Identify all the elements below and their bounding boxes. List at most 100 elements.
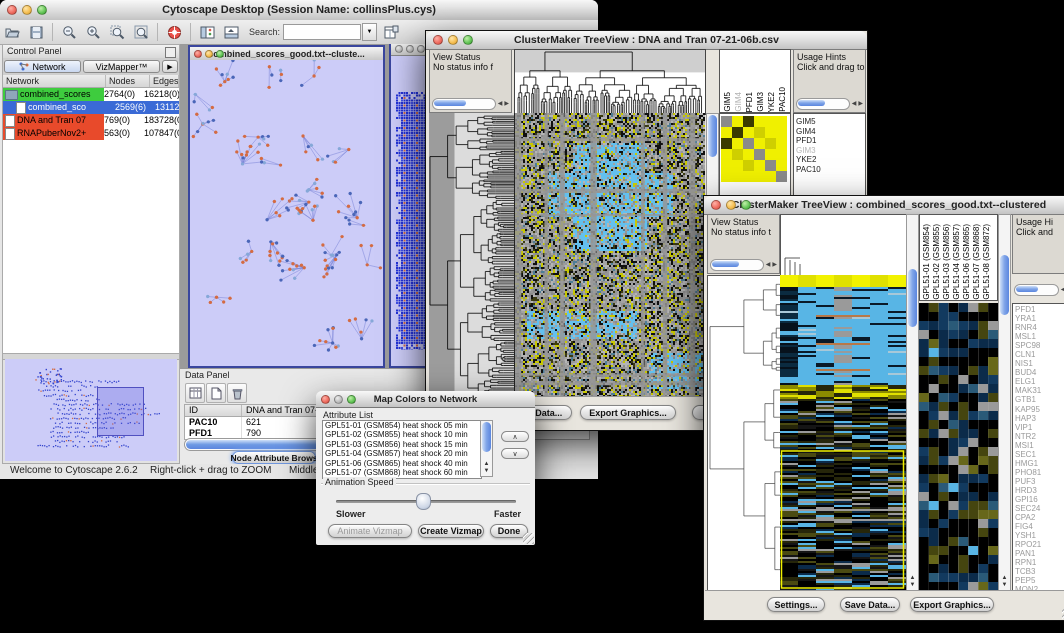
- treeview1-titlebar[interactable]: ClusterMaker TreeView : DNA and Tran 07-…: [426, 31, 867, 50]
- scroll-up-icon[interactable]: ▲: [999, 575, 1010, 582]
- column-dendrogram[interactable]: [514, 49, 706, 115]
- attribute-select-icon[interactable]: [185, 383, 205, 403]
- gene-label[interactable]: PAC10: [794, 165, 865, 175]
- column-label[interactable]: GPL51-04 (GSM857): [952, 224, 962, 300]
- gene-label[interactable]: NIS1: [1013, 359, 1064, 368]
- zoom-button[interactable]: [463, 35, 473, 45]
- delete-attribute-icon[interactable]: [227, 383, 247, 403]
- create-vizmap-button[interactable]: Create Vizmap: [418, 524, 484, 538]
- new-attribute-icon[interactable]: [206, 383, 226, 403]
- row-dendrogram[interactable]: [707, 275, 782, 593]
- search-input[interactable]: [283, 24, 361, 40]
- zoom-button[interactable]: [216, 50, 224, 58]
- close-button[interactable]: [395, 45, 403, 53]
- move-up-button[interactable]: ∧: [501, 431, 529, 442]
- scroll-down-icon[interactable]: ▼: [999, 582, 1010, 589]
- gene-label[interactable]: PAN1: [1013, 549, 1064, 558]
- close-button[interactable]: [433, 35, 443, 45]
- gene-label[interactable]: YRA1: [1013, 314, 1064, 323]
- column-label[interactable]: GIM5: [723, 92, 734, 112]
- network-view-canvas[interactable]: [190, 60, 383, 366]
- column-label[interactable]: PFD1: [745, 92, 756, 112]
- gene-label[interactable]: PHO81: [1013, 468, 1064, 477]
- column-label[interactable]: GPL51-08 (GSM872): [982, 224, 992, 300]
- gene-label[interactable]: HMG1: [1013, 459, 1064, 468]
- gene-label[interactable]: TCB3: [1013, 567, 1064, 576]
- hscrollbar[interactable]: ◀ ▶: [1014, 284, 1064, 296]
- scrollbar-thumb[interactable]: [1016, 286, 1038, 292]
- scroll-left-icon[interactable]: ◀: [498, 101, 503, 107]
- scrollbar-thumb[interactable]: [482, 422, 491, 452]
- hscrollbar[interactable]: ◀ ▶: [710, 259, 777, 271]
- gene-label[interactable]: GTB1: [1013, 395, 1064, 404]
- attribute-list-scrollbar[interactable]: ▲ ▼: [480, 420, 493, 477]
- zoom-button[interactable]: [37, 5, 47, 15]
- scroll-right-icon[interactable]: ▶: [858, 101, 863, 107]
- open-icon[interactable]: [2, 23, 22, 41]
- scroll-down-icon[interactable]: ▼: [481, 468, 492, 475]
- gene-label[interactable]: PFD1: [794, 136, 865, 146]
- scrollbar-track[interactable]: [1014, 284, 1059, 296]
- minimize-button[interactable]: [334, 395, 343, 404]
- tv1-zoom-heatmap[interactable]: [721, 116, 789, 182]
- scrollbar-track[interactable]: [796, 98, 850, 110]
- scrollbar-thumb[interactable]: [908, 269, 917, 327]
- network-row[interactable]: DNA and Tran 07 769(0) 183728(0): [3, 114, 179, 127]
- gene-label[interactable]: RPN1: [1013, 558, 1064, 567]
- zoom-out-icon[interactable]: [59, 23, 79, 41]
- gene-label[interactable]: PEP5: [1013, 576, 1064, 585]
- gene-label[interactable]: MSI1: [1013, 441, 1064, 450]
- tv1-action-button[interactable]: Export Graphics...: [580, 405, 676, 420]
- scrollbar-track[interactable]: [710, 259, 764, 271]
- tv2-zoom-vscrollbar[interactable]: ▲ ▼: [998, 214, 1011, 591]
- scrollbar-thumb[interactable]: [1000, 255, 1009, 315]
- scroll-left-icon[interactable]: ◀: [766, 262, 771, 268]
- scrollbar-track[interactable]: [432, 98, 496, 110]
- slider-thumb[interactable]: [416, 493, 431, 510]
- network-row[interactable]: RNAPuberNov2+ 563(0) 107847(0): [3, 127, 179, 140]
- column-label[interactable]: GPL51-01 (GSM854): [922, 224, 932, 300]
- col-edges[interactable]: Edges: [150, 75, 179, 87]
- gene-label[interactable]: GIM5: [794, 117, 865, 127]
- zoom-button[interactable]: [347, 395, 356, 404]
- scrollbar-thumb[interactable]: [708, 115, 717, 157]
- gene-label[interactable]: ELG1: [1013, 377, 1064, 386]
- gene-label[interactable]: SPC98: [1013, 341, 1064, 350]
- gene-label[interactable]: CPA2: [1013, 513, 1064, 522]
- zoom-selected-icon[interactable]: [107, 23, 127, 41]
- attribute-list-item[interactable]: GPL51-01 (GSM854) heat shock 05 min: [323, 421, 481, 430]
- gene-label[interactable]: PFD1: [1013, 305, 1064, 314]
- gene-label[interactable]: SEC1: [1013, 450, 1064, 459]
- gene-label[interactable]: KAP95: [1013, 405, 1064, 414]
- tv1-heatmap[interactable]: [514, 113, 705, 397]
- zoom-button[interactable]: [417, 45, 425, 53]
- tv2-main-vscrollbar[interactable]: ▲ ▼: [906, 214, 919, 591]
- gene-label[interactable]: HRD3: [1013, 486, 1064, 495]
- col-network[interactable]: Network: [3, 75, 106, 87]
- scrollbar-thumb[interactable]: [186, 440, 320, 449]
- tv2-heatmap[interactable]: [780, 275, 906, 591]
- col-nodes[interactable]: Nodes: [106, 75, 150, 87]
- column-label[interactable]: GIM4: [734, 92, 745, 112]
- scroll-left-icon[interactable]: ◀: [852, 101, 857, 107]
- dialog-titlebar[interactable]: Map Colors to Network: [316, 391, 535, 408]
- attribute-list-item[interactable]: GPL51-03 (GSM856) heat shock 15 min: [323, 440, 481, 449]
- cytopanel-west-icon[interactable]: [197, 23, 217, 41]
- network-row[interactable]: combined_sco 2569(6) 13112(15): [3, 101, 179, 114]
- search-dropdown-button[interactable]: ▼: [362, 23, 377, 41]
- gene-label[interactable]: RNR4: [1013, 323, 1064, 332]
- close-button[interactable]: [7, 5, 17, 15]
- minimize-button[interactable]: [205, 50, 213, 58]
- row-dendrogram[interactable]: [429, 113, 514, 397]
- gene-label[interactable]: BUD4: [1013, 368, 1064, 377]
- col-id[interactable]: ID: [185, 405, 242, 416]
- gene-label[interactable]: MSL1: [1013, 332, 1064, 341]
- column-label[interactable]: GPL51-02 (GSM855): [932, 224, 942, 300]
- close-button[interactable]: [194, 50, 202, 58]
- zoom-button[interactable]: [741, 200, 751, 210]
- gene-label[interactable]: GPI16: [1013, 495, 1064, 504]
- column-dendrogram[interactable]: [780, 214, 908, 277]
- save-icon[interactable]: [26, 23, 46, 41]
- hscrollbar[interactable]: ◀ ▶: [432, 98, 509, 110]
- gene-label[interactable]: HAP3: [1013, 414, 1064, 423]
